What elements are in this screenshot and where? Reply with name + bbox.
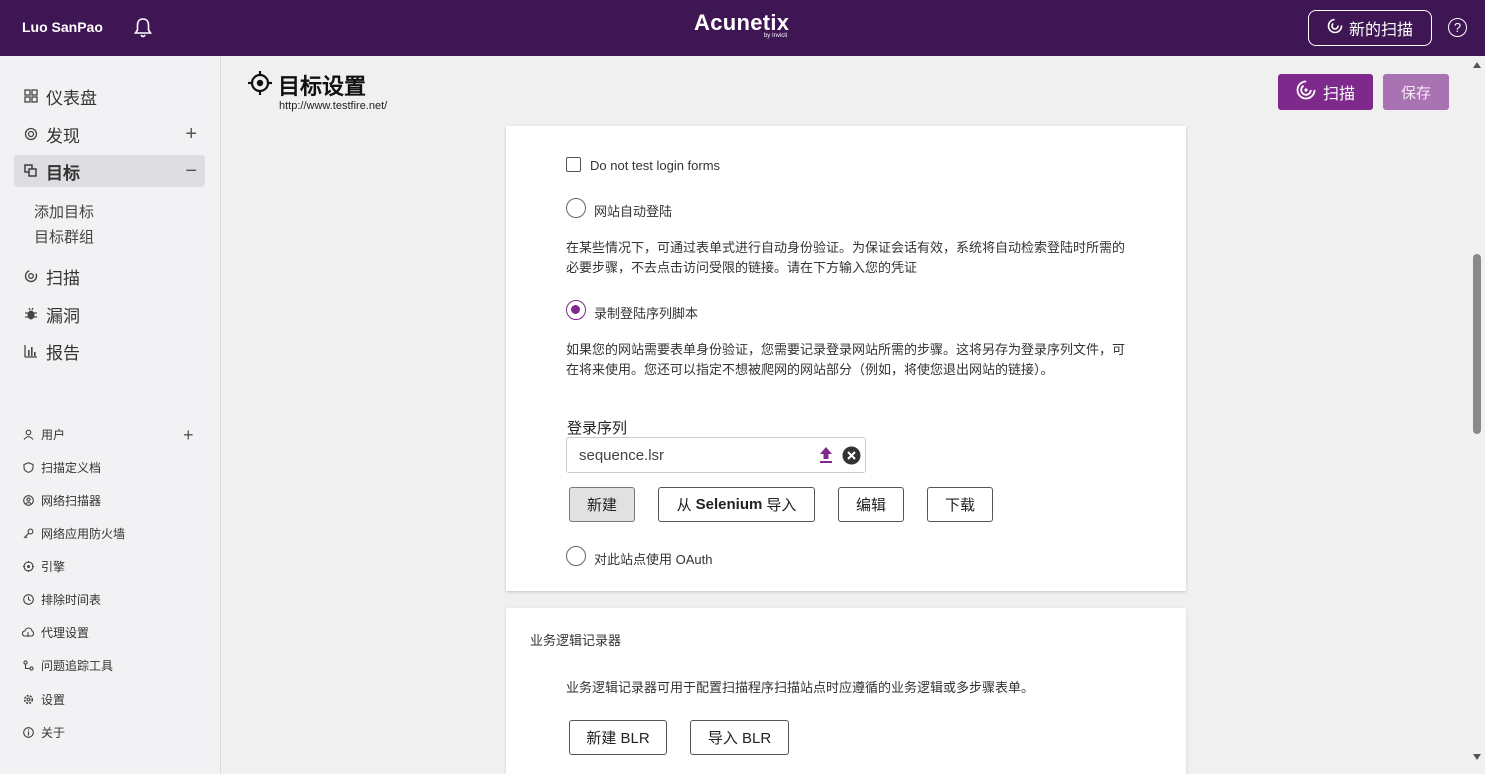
clock-icon bbox=[22, 594, 34, 606]
use-oauth-radio[interactable] bbox=[566, 546, 586, 566]
import-selenium-bold: Selenium bbox=[695, 496, 763, 513]
sidebar-item-label: 目标 bbox=[46, 163, 80, 183]
sidebar-item-label: 排除时间表 bbox=[41, 593, 102, 607]
targets-icon bbox=[22, 162, 40, 180]
scroll-down-arrow-icon[interactable] bbox=[1473, 754, 1481, 760]
scan-radar-icon bbox=[1296, 80, 1316, 105]
sidebar-item-waf[interactable]: 网络应用防火墙 bbox=[22, 525, 125, 542]
sidebar-item-discovery[interactable]: 发现 + bbox=[14, 118, 205, 150]
user-icon bbox=[22, 429, 34, 441]
sidebar-item-scans[interactable]: 扫描 bbox=[14, 260, 205, 292]
sidebar-item-reports[interactable]: 报告 bbox=[14, 335, 205, 367]
sidebar-item-proxy[interactable]: 代理设置 bbox=[22, 624, 89, 641]
sidebar-item-scan-profiles[interactable]: 扫描定义档 bbox=[22, 459, 101, 476]
sidebar-item-label: 发现 bbox=[46, 126, 80, 146]
shield-icon bbox=[22, 462, 34, 474]
sidebar-item-network-scanner[interactable]: 网络扫描器 bbox=[22, 492, 101, 509]
target-url: http://www.testfire.net/ bbox=[279, 100, 388, 112]
login-sequence-label: 登录序列 bbox=[567, 420, 628, 437]
login-sequence-field[interactable]: sequence.lsr bbox=[566, 437, 866, 473]
sidebar-item-settings[interactable]: 设置 bbox=[22, 691, 65, 708]
sidebar-item-label: 关于 bbox=[41, 726, 66, 740]
help-icon[interactable]: ? bbox=[1448, 18, 1467, 37]
new-scan-button[interactable]: 新的扫描 bbox=[1308, 10, 1432, 46]
sidebar-subitem-target-groups[interactable]: 目标群组 bbox=[34, 226, 94, 247]
sidebar-item-users[interactable]: 用户 bbox=[22, 426, 65, 443]
blr-title: 业务逻辑记录器 bbox=[530, 633, 622, 648]
key-icon bbox=[22, 528, 34, 540]
expand-discovery-icon[interactable]: + bbox=[185, 123, 197, 146]
scroll-thumb[interactable] bbox=[1473, 254, 1481, 434]
import-suffix: 导入 bbox=[766, 497, 797, 514]
sidebar-item-label: 报告 bbox=[46, 343, 80, 363]
scans-icon bbox=[22, 267, 40, 285]
edit-sequence-button[interactable]: 编辑 bbox=[838, 487, 904, 522]
do-not-test-login-label: Do not test login forms bbox=[590, 158, 721, 173]
sidebar-item-label: 仪表盘 bbox=[46, 88, 97, 108]
login-sequence-value: sequence.lsr bbox=[579, 447, 665, 464]
sidebar-item-label: 代理设置 bbox=[41, 626, 90, 640]
auto-login-description: 在某些情况下，可通过表单式进行自动身份验证。为保证会话有效，系统将自动检索登陆时… bbox=[566, 240, 1126, 275]
sidebar-item-excluded-hours[interactable]: 排除时间表 bbox=[22, 591, 101, 608]
target-crosshair-icon bbox=[248, 71, 272, 95]
dashboard-icon bbox=[22, 87, 40, 105]
new-blr-button[interactable]: 新建 BLR bbox=[569, 720, 667, 755]
sidebar-item-targets[interactable]: 目标 − bbox=[14, 155, 205, 187]
scroll-up-arrow-icon[interactable] bbox=[1473, 62, 1481, 68]
info-icon bbox=[22, 727, 34, 739]
discovery-icon bbox=[22, 125, 40, 143]
page-title: 目标设置 bbox=[278, 74, 367, 99]
scan-icon bbox=[1327, 18, 1343, 39]
clear-icon[interactable] bbox=[842, 446, 861, 465]
blr-description: 业务逻辑记录器可用于配置扫描程序扫描站点时应遵循的业务逻辑或多步骤表单。 bbox=[566, 680, 1035, 695]
sidebar-item-label: 扫描 bbox=[46, 268, 80, 288]
sidebar-item-engines[interactable]: 引擎 bbox=[22, 558, 65, 575]
top-bar: Luo SanPao Acunetix by Invicti 新的扫描 ? bbox=[0, 0, 1485, 56]
sidebar-item-vulnerabilities[interactable]: 漏洞 bbox=[14, 298, 205, 330]
use-oauth-label: 对此站点使用 OAuth bbox=[594, 552, 713, 567]
add-user-icon[interactable]: + bbox=[183, 425, 194, 446]
new-sequence-button[interactable]: 新建 bbox=[569, 487, 635, 522]
import-selenium-button[interactable]: 从 Selenium 导入 bbox=[658, 487, 815, 522]
vertical-scrollbar[interactable] bbox=[1469, 56, 1485, 774]
record-login-sequence-radio[interactable] bbox=[566, 300, 586, 320]
download-sequence-button[interactable]: 下载 bbox=[927, 487, 993, 522]
collapse-targets-icon[interactable]: − bbox=[185, 160, 197, 183]
sidebar-item-dashboard[interactable]: 仪表盘 bbox=[14, 80, 205, 112]
save-button[interactable]: 保存 bbox=[1383, 74, 1449, 110]
import-blr-button[interactable]: 导入 BLR bbox=[690, 720, 789, 755]
scan-button-label: 扫描 bbox=[1322, 86, 1355, 103]
issue-tracker-icon bbox=[22, 660, 34, 672]
reports-icon bbox=[22, 342, 40, 360]
acunetix-logo: Acunetix by Invicti bbox=[694, 10, 790, 39]
page-header: 目标设置 http://www.testfire.net/ 扫描 保存 bbox=[222, 56, 1469, 126]
sidebar-item-label: 网络扫描器 bbox=[41, 494, 102, 508]
sidebar-item-label: 问题追踪工具 bbox=[41, 659, 114, 673]
import-prefix: 从 bbox=[676, 497, 692, 514]
sidebar-item-label: 用户 bbox=[41, 428, 66, 442]
new-scan-label: 新的扫描 bbox=[1348, 22, 1413, 39]
sidebar-item-label: 设置 bbox=[41, 693, 66, 707]
sidebar-subitem-add-target[interactable]: 添加目标 bbox=[34, 201, 94, 222]
sidebar-item-about[interactable]: 关于 bbox=[22, 724, 65, 741]
network-scanner-icon bbox=[22, 495, 34, 507]
proxy-icon bbox=[22, 627, 34, 639]
scan-button[interactable]: 扫描 bbox=[1278, 74, 1373, 110]
sidebar-item-label: 漏洞 bbox=[46, 306, 80, 326]
do-not-test-login-checkbox[interactable] bbox=[566, 157, 581, 172]
auto-login-label: 网站自动登陆 bbox=[594, 204, 673, 219]
upload-icon[interactable] bbox=[818, 446, 834, 464]
user-name[interactable]: Luo SanPao bbox=[22, 19, 103, 35]
sidebar-item-issue-trackers[interactable]: 问题追踪工具 bbox=[22, 657, 113, 674]
sidebar-item-label: 网络应用防火墙 bbox=[41, 527, 126, 541]
record-login-description: 如果您的网站需要表单身份验证，您需要记录登录网站所需的步骤。这将另存为登录序列文… bbox=[566, 342, 1126, 377]
sidebar-item-label: 引擎 bbox=[41, 560, 66, 574]
auto-login-radio[interactable] bbox=[566, 198, 586, 218]
bell-icon[interactable] bbox=[133, 17, 153, 39]
record-login-sequence-label: 录制登陆序列脚本 bbox=[594, 306, 699, 321]
gear-icon bbox=[22, 694, 34, 706]
sidebar-item-label: 扫描定义档 bbox=[41, 461, 102, 475]
engine-icon bbox=[22, 561, 34, 573]
bug-icon bbox=[22, 305, 40, 323]
